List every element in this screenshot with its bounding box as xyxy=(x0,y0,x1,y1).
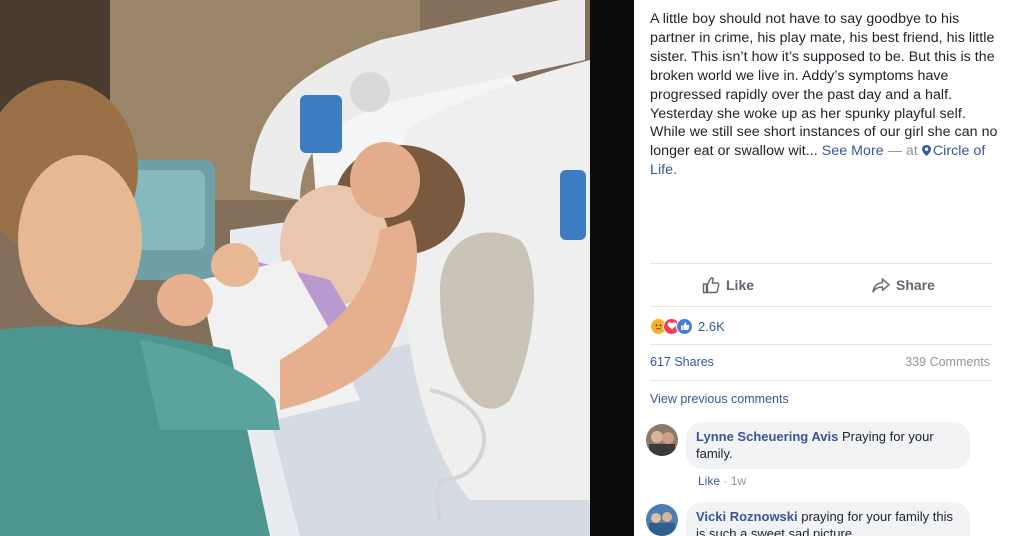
post-actions-bar: Like Share xyxy=(650,264,992,306)
photo-divider xyxy=(590,0,634,536)
comment-actions: Like · 1w xyxy=(698,474,746,488)
actions-bottom-divider xyxy=(650,306,992,307)
commenter-avatar[interactable] xyxy=(646,424,678,456)
share-arrow-icon xyxy=(872,278,890,293)
post-photo[interactable] xyxy=(0,0,590,536)
comment-author[interactable]: Vicki Roznowski xyxy=(696,509,798,524)
post-body: A little boy should not have to say good… xyxy=(650,10,1002,180)
comment-item: Vicki Roznowski praying for your family … xyxy=(646,502,976,536)
post-text: A little boy should not have to say good… xyxy=(650,11,998,160)
share-label: Share xyxy=(896,277,935,293)
share-button[interactable]: Share xyxy=(872,274,935,296)
reactions-summary[interactable]: 2.6K xyxy=(650,316,725,336)
comment-like-link[interactable]: Like xyxy=(698,474,720,488)
thumbs-up-icon xyxy=(702,277,720,294)
see-more-link[interactable]: See More xyxy=(822,143,884,159)
comment-author[interactable]: Lynne Scheuering Avis xyxy=(696,429,838,444)
hospital-photo-illustration xyxy=(0,0,590,536)
comment-separator: · xyxy=(723,474,728,488)
like-button[interactable]: Like xyxy=(702,274,754,296)
shares-count-link[interactable]: 617 Shares xyxy=(650,355,714,369)
view-previous-comments-link[interactable]: View previous comments xyxy=(650,392,789,406)
comments-count-link[interactable]: 339 Comments xyxy=(905,355,990,369)
stats-divider xyxy=(650,344,992,345)
comment-timestamp[interactable]: 1w xyxy=(731,474,746,488)
like-label: Like xyxy=(726,277,755,293)
at-label: — at xyxy=(887,143,918,160)
comment-bubble: Vicki Roznowski praying for your family … xyxy=(686,502,970,536)
like-reaction-icon xyxy=(676,317,693,335)
reactions-count: 2.6K xyxy=(698,318,725,334)
comments-divider xyxy=(650,380,992,381)
comment-item: Lynne Scheuering Avis Praying for your f… xyxy=(646,422,976,492)
post-panel: A little boy should not have to say good… xyxy=(634,0,1024,536)
location-pin-icon xyxy=(921,145,931,157)
comment-bubble: Lynne Scheuering Avis Praying for your f… xyxy=(686,422,970,469)
commenter-avatar[interactable] xyxy=(646,504,678,536)
